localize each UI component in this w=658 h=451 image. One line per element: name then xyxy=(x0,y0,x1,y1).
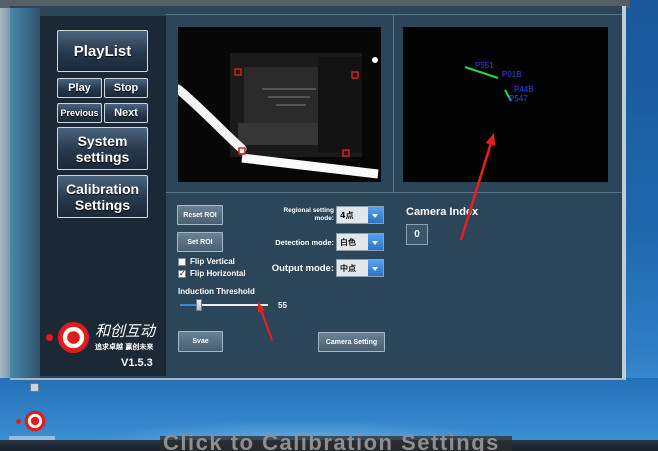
detection-mode-value: 白色 xyxy=(337,234,368,250)
play-label: Play xyxy=(68,82,91,94)
playlist-button[interactable]: PlayList xyxy=(57,30,148,72)
save-button[interactable]: Svae xyxy=(178,331,223,352)
set-roi-button[interactable]: Set ROI xyxy=(177,232,223,252)
calibration-settings-label-line2: Settings xyxy=(74,196,131,213)
threshold-value: 55 xyxy=(278,301,287,310)
detected-point-label: P547 xyxy=(509,94,528,103)
desktop-logo-center xyxy=(30,416,40,426)
screen: PlayList Play Stop Previous Next System … xyxy=(0,0,658,451)
reset-roi-button[interactable]: Reset ROI xyxy=(177,205,223,225)
save-label: Svae xyxy=(192,338,209,345)
company-slogan: 追求卓越 赢创未来 xyxy=(95,343,154,351)
camera-preview-raw[interactable] xyxy=(178,27,381,182)
company-name: 和创互动 xyxy=(95,322,156,340)
regional-mode-value: 4点 xyxy=(337,207,368,223)
preview-divider xyxy=(393,14,394,192)
previous-button[interactable]: Previous xyxy=(57,103,102,123)
output-mode-dropdown[interactable]: 中点 xyxy=(336,259,384,277)
camera-index-value: 0 xyxy=(414,229,420,240)
set-roi-label: Set ROI xyxy=(187,238,213,246)
regional-mode-label-line2: mode: xyxy=(314,215,335,222)
left-edge xyxy=(0,0,10,440)
reset-roi-label: Reset ROI xyxy=(183,211,217,219)
output-mode-value: 中点 xyxy=(337,260,368,276)
detection-background xyxy=(403,27,608,182)
system-settings-button[interactable]: System settings xyxy=(57,127,148,170)
previous-label: Previous xyxy=(60,108,99,118)
feed-light-spot xyxy=(372,57,378,63)
target-logo-icon xyxy=(57,321,90,354)
controls-top-border xyxy=(166,192,622,193)
tutorial-caption: Click to Calibration Settings xyxy=(163,431,500,451)
playlist-label: PlayList xyxy=(73,42,132,60)
caption-box: Click to Calibration Settings xyxy=(163,431,513,451)
detection-mode-dropdown[interactable]: 白色 xyxy=(336,233,384,251)
logo-dot xyxy=(46,334,53,341)
calibration-settings-button[interactable]: Calibration Settings xyxy=(57,175,148,218)
chevron-down-icon[interactable] xyxy=(368,260,383,276)
stop-label: Stop xyxy=(113,82,139,94)
flip-horizontal-label: Flip Horizontal xyxy=(190,269,246,278)
content-top-border xyxy=(166,14,622,15)
camera-setting-button[interactable]: Camera Setting xyxy=(318,332,385,352)
calibration-settings-label: Calibration Settings xyxy=(66,181,139,213)
camera-index-input[interactable]: 0 xyxy=(406,224,428,245)
play-button[interactable]: Play xyxy=(57,78,102,98)
threshold-label: Induction Threshold xyxy=(178,287,255,296)
detected-point-label: P01B xyxy=(502,70,522,79)
system-settings-label-line1: System xyxy=(77,132,128,149)
version-label: V1.5.3 xyxy=(121,357,153,369)
target-logo-icon[interactable] xyxy=(24,410,46,432)
flip-vertical-label: Flip Vertical xyxy=(190,257,235,266)
detected-point-label: P551 xyxy=(475,61,494,70)
logo-center xyxy=(67,331,80,344)
next-button[interactable]: Next xyxy=(104,103,148,123)
flip-horizontal-checkbox[interactable] xyxy=(178,269,186,278)
camera-preview-detection: P551 P01B P44B P547 xyxy=(403,27,608,182)
desktop-logo-dot xyxy=(16,419,21,424)
app-shortcut-icon[interactable] xyxy=(30,383,39,392)
detection-mode-label: Detection mode: xyxy=(275,238,334,247)
chevron-down-icon[interactable] xyxy=(368,234,383,250)
next-label: Next xyxy=(114,107,138,119)
stop-button[interactable]: Stop xyxy=(104,78,148,98)
regional-mode-label: Regional setting mode: xyxy=(258,207,334,223)
slider-thumb[interactable] xyxy=(196,299,203,311)
system-settings-label-line2: settings xyxy=(75,148,130,165)
system-settings-label: System settings xyxy=(76,133,130,165)
camera-setting-label: Camera Setting xyxy=(325,338,378,346)
regional-mode-label-line1: Regional setting xyxy=(283,207,334,214)
camera-index-label: Camera Index xyxy=(406,206,479,218)
detected-point-label: P44B xyxy=(514,85,534,94)
calibration-settings-label-line1: Calibration xyxy=(65,180,140,197)
window-left-frame xyxy=(10,8,40,378)
regional-mode-dropdown[interactable]: 4点 xyxy=(336,206,384,224)
chevron-down-icon[interactable] xyxy=(368,207,383,223)
flip-vertical-checkbox[interactable] xyxy=(178,258,186,266)
threshold-slider[interactable] xyxy=(180,298,268,312)
output-mode-label: Output mode: xyxy=(271,263,334,274)
